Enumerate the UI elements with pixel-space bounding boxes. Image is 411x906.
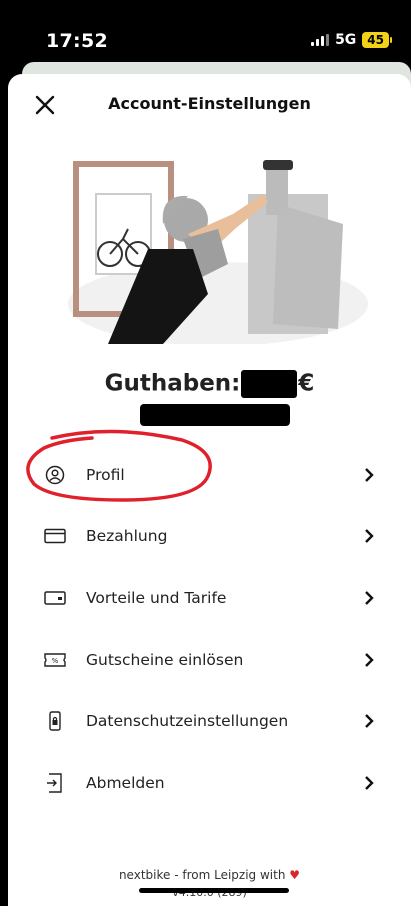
menu-item-datenschutz[interactable]: Datenschutzeinstellungen xyxy=(8,690,411,752)
balance-currency: € xyxy=(298,370,315,397)
logout-icon xyxy=(44,772,66,794)
footer-credit: nextbike - from Leipzig with ♥ xyxy=(8,868,411,882)
footer-credit-text: nextbike - from Leipzig with xyxy=(118,868,286,882)
menu-label-vorteile: Vorteile und Tarife xyxy=(86,588,227,607)
status-indicators: 5G 45 xyxy=(311,32,392,48)
wallet-icon xyxy=(44,587,66,609)
chevron-right-icon xyxy=(365,467,374,482)
balance-label: Guthaben: xyxy=(104,370,241,397)
menu-label-gutscheine: Gutscheine einlösen xyxy=(86,650,244,669)
battery-icon: 45 xyxy=(362,32,392,48)
chevron-right-icon xyxy=(365,714,374,729)
chevron-right-icon xyxy=(365,591,374,605)
page-title: Account-Einstellungen xyxy=(108,94,311,113)
menu-item-vorteile[interactable]: Vorteile und Tarife xyxy=(8,567,411,629)
balance-line: Guthaben: € xyxy=(8,370,411,398)
chevron-right-icon xyxy=(365,775,374,790)
chevron-right-icon xyxy=(365,529,374,544)
home-indicator[interactable] xyxy=(139,888,289,893)
lock-icon xyxy=(44,710,66,732)
menu-label-profil: Profil xyxy=(86,465,125,484)
signal-icon xyxy=(311,34,330,46)
settings-menu: Profil Bezahlung Vorteile und Tarife % G… xyxy=(8,444,411,814)
menu-label-abmelden: Abmelden xyxy=(86,773,165,792)
chevron-right-icon xyxy=(365,652,374,667)
heart-icon: ♥ xyxy=(289,868,301,882)
menu-item-gutscheine[interactable]: % Gutscheine einlösen xyxy=(8,629,411,691)
user-circle-icon xyxy=(44,464,66,486)
menu-label-bezahlung: Bezahlung xyxy=(86,527,168,546)
network-label: 5G xyxy=(335,32,357,48)
menu-item-abmelden[interactable]: Abmelden xyxy=(8,752,411,814)
account-settings-sheet: Account-Einstellungen Guthaben: € Profil xyxy=(8,74,411,906)
status-time: 17:52 xyxy=(46,30,108,52)
menu-item-profil[interactable]: Profil xyxy=(8,444,411,506)
voucher-icon: % xyxy=(44,649,66,671)
menu-item-bezahlung[interactable]: Bezahlung xyxy=(8,506,411,568)
svg-text:%: % xyxy=(52,657,59,665)
menu-label-datenschutz: Datenschutzeinstellungen xyxy=(86,712,289,731)
balance-redaction xyxy=(241,370,298,398)
credit-card-icon xyxy=(44,525,66,547)
account-illustration xyxy=(68,160,368,344)
account-id-redaction xyxy=(140,404,290,426)
